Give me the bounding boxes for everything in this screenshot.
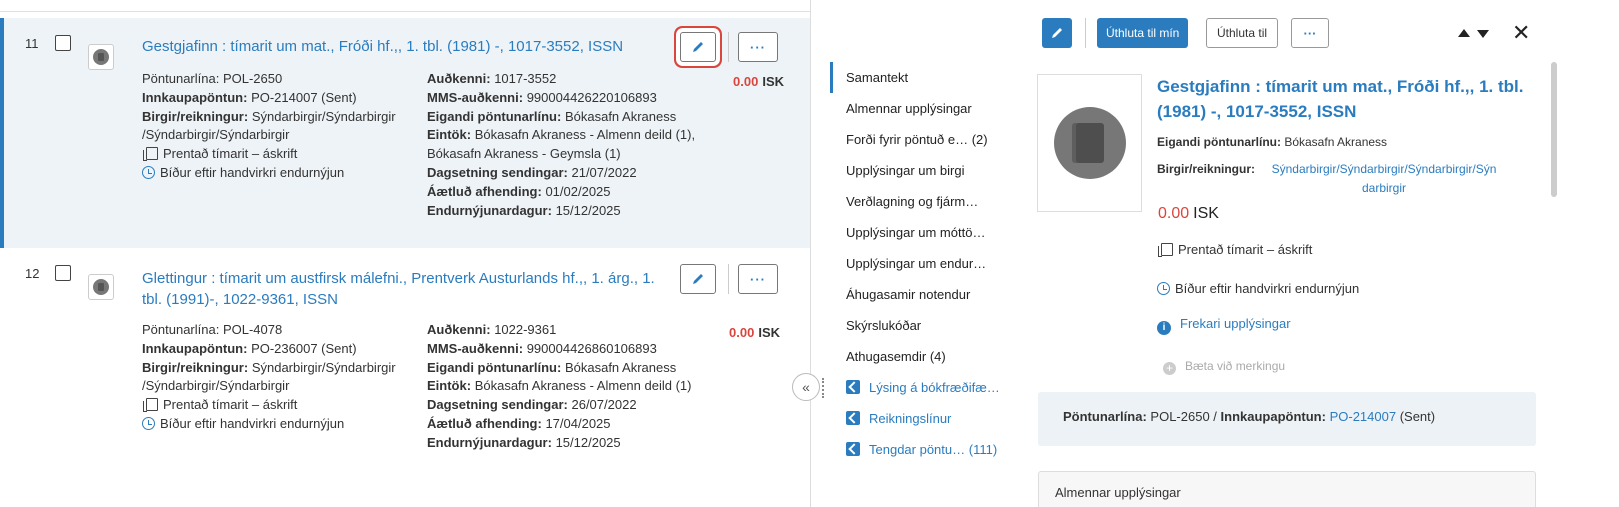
item-details-left: Pöntunarlína: POL-4078 Innkaupapöntun: P… (142, 322, 396, 431)
item-title-link[interactable]: Glettingur : tímarit um austfirsk málefn… (142, 268, 657, 310)
item-details-left: Pöntunarlína: POL-2650 Innkaupapöntun: P… (142, 71, 396, 180)
add-tag-button[interactable]: + Bæta við merkingu (1163, 357, 1285, 376)
tab-related-orders[interactable]: Tengdar pöntu… (111) (830, 434, 1010, 465)
edit-button[interactable] (680, 32, 716, 62)
open-link-icon (846, 442, 860, 456)
item-checkbox[interactable] (55, 35, 71, 51)
pane-divider[interactable] (810, 0, 811, 507)
general-info-accordion[interactable]: Almennar upplýsingar (1038, 471, 1536, 507)
list-item[interactable]: 12 Glettingur : tímarit um austfirsk mál… (0, 248, 810, 507)
clock-icon (142, 416, 155, 430)
resource-thumbnail (1037, 74, 1142, 212)
renewal-status: Bíður eftir handvirkri endurnýjun (1157, 279, 1359, 298)
owner-line: Eigandi pöntunarlínu: Bókasafn Akraness (1157, 135, 1388, 149)
tab-invoice-lines[interactable]: Reikningslínur (830, 403, 1010, 434)
book-icon (143, 147, 158, 162)
tab-interested-users[interactable]: Áhugasamir notendur (830, 279, 1010, 310)
item-price: 0.00 ISK (729, 325, 780, 340)
tab-vendor-info[interactable]: Upplýsingar um birgi (830, 155, 1010, 186)
po-link[interactable]: PO-214007 (1330, 409, 1397, 424)
button-separator (728, 264, 729, 294)
edit-button[interactable] (680, 264, 716, 294)
resize-grip-icon[interactable] (822, 378, 826, 398)
pencil-icon (693, 274, 703, 284)
more-info-link[interactable]: i Frekari upplýsingar (1157, 314, 1291, 335)
panel-edit-button[interactable] (1042, 18, 1072, 48)
tab-pricing-funding[interactable]: Verðlagning og fjárm… (830, 186, 1010, 217)
vendor-link[interactable]: Sýndarbirgir/Sýndarbirgir/Sýndarbirgir/S… (1259, 160, 1509, 198)
pencil-icon (693, 42, 703, 52)
item-number: 11 (25, 36, 39, 51)
next-item-icon[interactable] (1477, 30, 1489, 38)
tab-general-info[interactable]: Almennar upplýsingar (830, 93, 1010, 124)
panel-title-link[interactable]: Gestgjafinn : tímarit um mat., Fróði hf.… (1157, 74, 1537, 124)
assign-to-button[interactable]: Úthluta til (1206, 18, 1279, 48)
tab-inventory[interactable]: Forði fyrir pöntuð e… (2) (830, 124, 1010, 155)
vendor-line: Birgir/reikningur: Sýndarbirgir/Sýndarbi… (1157, 160, 1537, 198)
item-checkbox[interactable] (55, 265, 71, 281)
book-icon (143, 398, 158, 413)
tab-bib-description[interactable]: Lýsing á bókfræðifæ… (830, 372, 1010, 403)
order-summary-box: Pöntunarlína: POL-2650 / Innkaupapöntun:… (1038, 392, 1536, 446)
list-item[interactable]: 11 Gestgjafinn : tímarit um mat., Fróði … (0, 18, 810, 248)
po-line-list: 11 Gestgjafinn : tímarit um mat., Fróði … (0, 16, 810, 507)
clock-icon (142, 165, 155, 179)
clock-icon (1157, 282, 1170, 295)
open-link-icon (846, 380, 860, 394)
more-actions-button[interactable]: ··· (738, 264, 778, 294)
button-separator (728, 32, 729, 62)
list-top-border (0, 11, 810, 12)
info-icon: i (1157, 321, 1171, 335)
assign-to-me-button[interactable]: Úthluta til mín (1097, 18, 1189, 48)
toolbar-separator (1085, 18, 1086, 48)
item-number: 12 (25, 266, 40, 281)
material-type: Prentað tímarit – áskrift (1157, 240, 1312, 259)
tab-reporting-codes[interactable]: Skýrslukóðar (830, 310, 1010, 341)
item-price: 0.00 ISK (733, 74, 784, 89)
tab-receiving-info[interactable]: Upplýsingar um móttö… (830, 217, 1010, 248)
plus-icon: + (1163, 362, 1176, 375)
panel-scrollbar[interactable] (1551, 62, 1557, 197)
panel-price: 0.00 ISK (1158, 205, 1219, 222)
tab-renewal-info[interactable]: Upplýsingar um endur… (830, 248, 1010, 279)
collapse-panel-button[interactable]: « (792, 373, 820, 401)
pencil-icon (1052, 28, 1062, 38)
book-icon (1158, 243, 1173, 257)
book-icon (1053, 107, 1126, 179)
item-details-right: Auðkenni: 1022-9361 MMS-auðkenni: 990004… (427, 322, 692, 450)
more-actions-button[interactable]: ··· (738, 32, 778, 62)
tab-notes[interactable]: Athugasemdir (4) (830, 341, 1010, 372)
book-thumbnail-icon (88, 274, 114, 300)
tab-summary[interactable]: Samantekt (830, 62, 1010, 93)
previous-item-icon[interactable] (1458, 29, 1470, 37)
panel-more-button[interactable]: ··· (1291, 18, 1329, 48)
item-title-link[interactable]: Gestgjafinn : tímarit um mat., Fróði hf.… (142, 36, 672, 57)
open-link-icon (846, 411, 860, 425)
book-thumbnail-icon (88, 44, 114, 70)
panel-section-nav: Samantekt Almennar upplýsingar Forði fyr… (830, 62, 1010, 465)
close-panel-button[interactable]: ✕ (1512, 20, 1530, 46)
item-details-right: Auðkenni: 1017-3552 MMS-auðkenni: 990004… (427, 71, 696, 218)
